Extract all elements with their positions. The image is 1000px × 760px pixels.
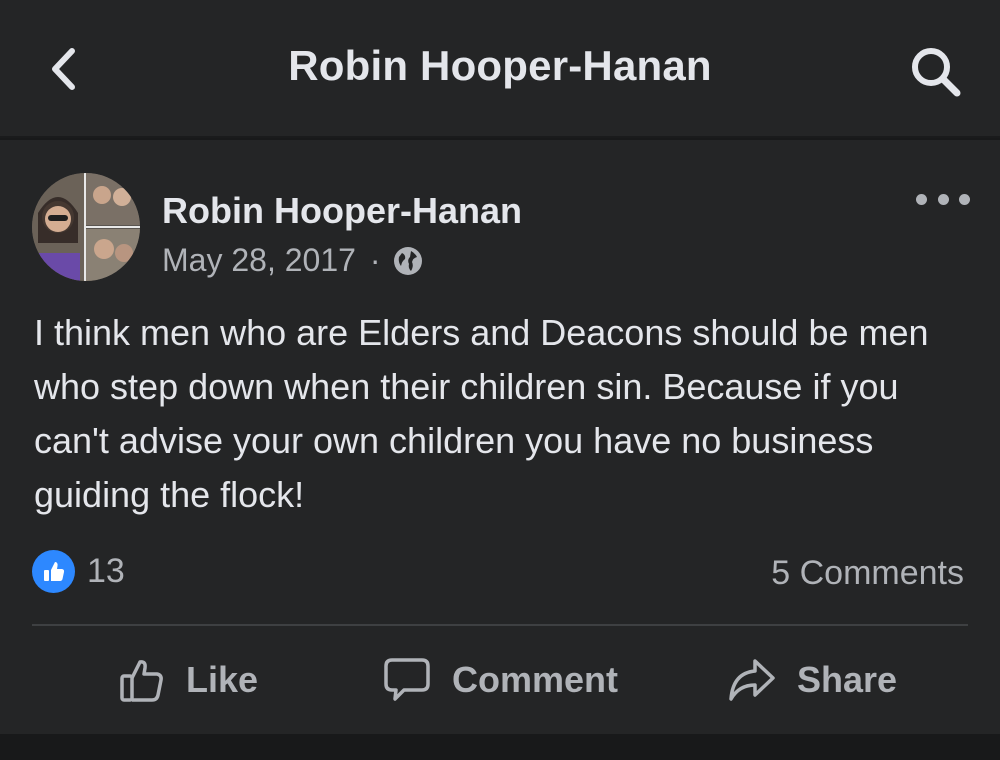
post-card: Robin Hooper-Hanan May 28, 2017 · I thin… (0, 140, 1000, 734)
share-label: Share (796, 659, 898, 700)
post-date[interactable]: May 28, 2017 (162, 242, 356, 279)
reaction-count: 13 (87, 552, 125, 590)
post-body-text: I think men who are Elders and Deacons s… (34, 312, 929, 515)
comment-label: Comment (451, 659, 618, 700)
avatar[interactable] (32, 173, 140, 281)
like-button[interactable]: Like (32, 640, 344, 720)
more-horizontal-icon-dot (937, 193, 949, 205)
comment-bubble-icon (384, 658, 430, 701)
more-horizontal-icon-dot (959, 193, 970, 205)
divider (32, 624, 968, 626)
more-options-button[interactable] (916, 186, 970, 212)
search-button[interactable] (906, 44, 966, 100)
comments-count-link[interactable]: 5 Comments (771, 554, 964, 593)
share-button[interactable]: Share (656, 640, 968, 720)
reactions-summary[interactable]: 13 (32, 550, 125, 593)
globe-icon (393, 246, 422, 275)
top-bar: Robin Hooper-Hanan (0, 0, 1000, 138)
search-icon (912, 48, 961, 97)
like-label: Like (185, 659, 259, 700)
like-reaction-icon (32, 550, 75, 593)
more-horizontal-icon-dot (916, 193, 927, 205)
meta-separator: · (369, 242, 381, 278)
thumbs-up-icon (120, 660, 163, 702)
post-meta: May 28, 2017 · (162, 242, 423, 279)
feed-gap (0, 734, 1000, 760)
comment-button[interactable]: Comment (344, 640, 656, 720)
share-arrow-icon (729, 659, 775, 701)
avatar-collage-image (32, 173, 140, 281)
post-action-bar: Like Comment Share (32, 640, 968, 720)
page-title: Robin Hooper-Hanan (288, 42, 712, 89)
post-author-name[interactable]: Robin Hooper-Hanan (162, 190, 522, 232)
